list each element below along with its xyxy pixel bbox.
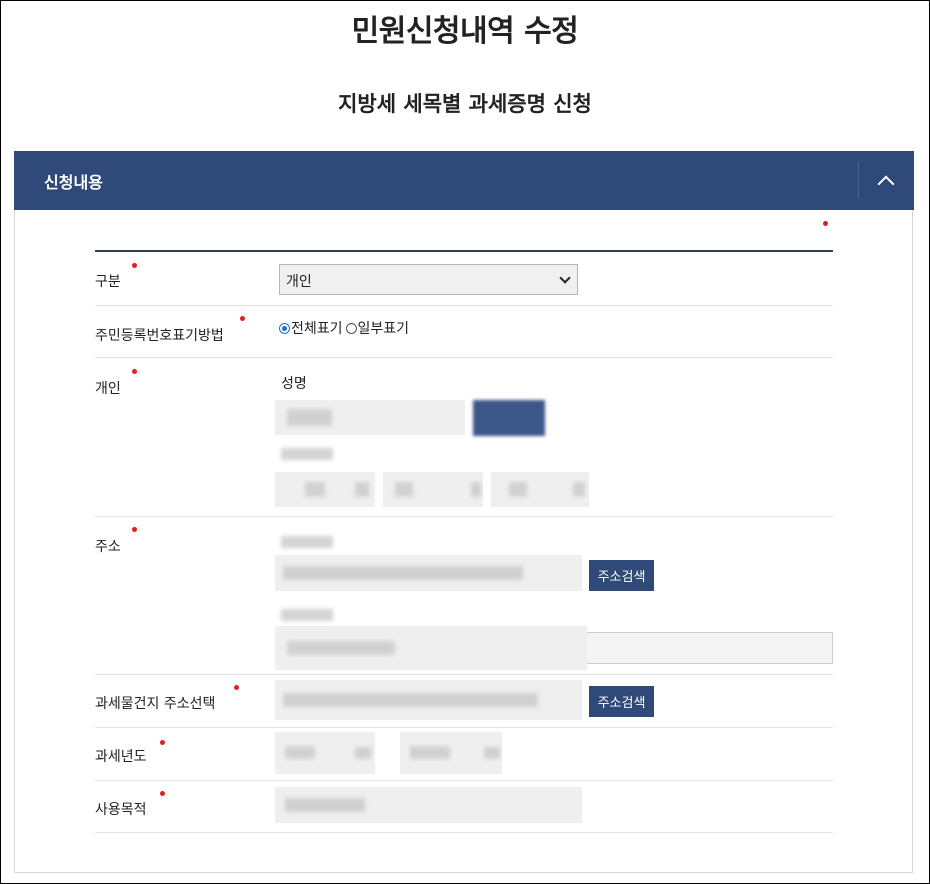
redacted-sublabel <box>275 532 339 552</box>
name-input-redacted[interactable] <box>275 400 465 435</box>
redacted-button[interactable] <box>473 400 545 436</box>
form-subtitle: 지방세 세목별 과세증명 신청 <box>338 92 592 116</box>
radio-full-display[interactable] <box>279 322 290 334</box>
required-indicator <box>234 685 239 690</box>
tax-year-from-redacted[interactable] <box>275 732 375 774</box>
row-divider <box>95 305 833 306</box>
panel-header-label: 신청내용 <box>44 173 103 192</box>
category-label: 구분 <box>95 274 121 290</box>
required-indicator <box>132 369 137 374</box>
chevron-down-icon <box>559 272 571 284</box>
row-divider <box>95 780 833 781</box>
tax-year-label: 과세년도 <box>95 749 147 765</box>
required-indicator <box>160 791 165 796</box>
collapse-toggle-button[interactable] <box>866 161 906 201</box>
radio-partial-display-label[interactable]: 일부표기 <box>358 318 410 338</box>
row-divider <box>95 832 833 833</box>
redacted-input[interactable] <box>383 472 483 507</box>
category-select-value: 개인 <box>286 274 312 290</box>
required-indicator <box>823 221 828 226</box>
purpose-input-redacted[interactable] <box>275 787 582 823</box>
radio-partial-display[interactable] <box>345 322 357 334</box>
required-indicator <box>132 263 137 268</box>
name-label: 성명 <box>281 376 307 392</box>
rrn-display-label: 주민등록번호표기방법 <box>95 328 224 344</box>
row-divider <box>95 674 833 675</box>
required-indicator <box>132 527 137 532</box>
form-top-rule <box>95 250 833 252</box>
row-divider <box>95 727 833 728</box>
address-input-redacted[interactable] <box>275 555 582 591</box>
required-indicator <box>240 316 245 321</box>
address-search-button[interactable]: 주소검색 <box>589 560 654 591</box>
redacted-sublabel <box>275 605 339 625</box>
redacted-input[interactable] <box>491 472 589 507</box>
purpose-label: 사용목적 <box>95 802 147 818</box>
taxable-address-label: 과세물건지 주소선택 <box>95 696 216 712</box>
chevron-up-icon <box>877 175 895 193</box>
page-title: 민원신청내역 수정 <box>351 14 579 49</box>
required-indicator <box>160 740 165 745</box>
redacted-sublabel <box>275 444 339 464</box>
row-divider <box>95 357 833 358</box>
radio-full-display-label[interactable]: 전체표기 <box>291 318 343 338</box>
category-select[interactable]: 개인 <box>279 264 578 295</box>
individual-label: 개인 <box>95 381 121 397</box>
header-divider <box>858 161 859 199</box>
taxable-address-search-button[interactable]: 주소검색 <box>589 686 654 717</box>
tax-year-to-redacted[interactable] <box>400 732 502 774</box>
address-label: 주소 <box>95 539 121 555</box>
row-divider <box>95 516 833 517</box>
rrn-display-radio-group: 전체표기 일부표기 <box>279 318 409 338</box>
taxable-address-input-redacted[interactable] <box>275 680 582 720</box>
redacted-input[interactable] <box>275 472 375 507</box>
panel-header: 신청내용 <box>14 151 914 210</box>
detail-address-redacted <box>275 626 587 670</box>
